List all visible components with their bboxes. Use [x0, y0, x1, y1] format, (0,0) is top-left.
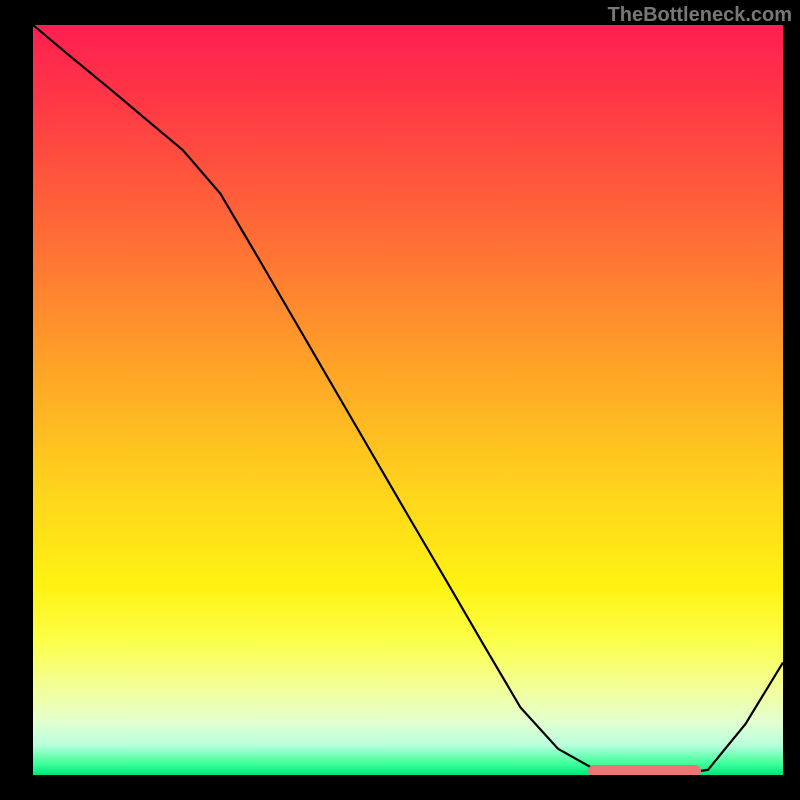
x-axis: [33, 775, 783, 777]
optimal-range-marker: [588, 765, 701, 775]
attribution-text: TheBottleneck.com: [608, 4, 792, 27]
bottleneck-curve: [33, 25, 783, 775]
y-axis: [31, 25, 33, 777]
chart-plot-area: [33, 25, 783, 775]
